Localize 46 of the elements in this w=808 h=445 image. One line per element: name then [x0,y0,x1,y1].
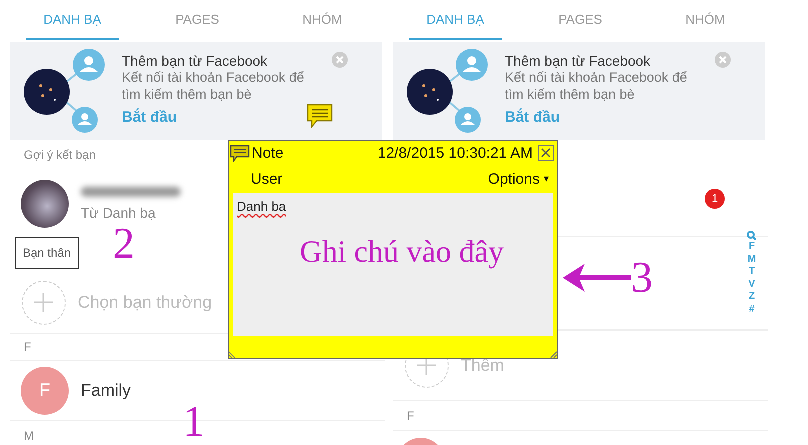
tab[interactable]: NHÓM [276,0,369,40]
tab[interactable]: PAGES [151,0,244,40]
banner-description: Kết nối tài khoản Facebook để tìm kiếm thêm bạn bè [505,69,688,103]
section-header: Gợi ý kết bạn [24,148,96,162]
index-letter[interactable]: T [748,266,756,278]
section-header: M [24,428,34,442]
index-letter[interactable]: Z [748,291,756,304]
note-text-area[interactable]: Danh ba Ghi chú vào đây [233,193,553,336]
note-timestamp: 12/8/2015 10:30:21 AM [378,144,533,162]
annotation-number: 3 [631,256,653,300]
caret-icon[interactable]: ▾ [544,173,549,185]
options-menu[interactable]: Options [488,170,540,188]
section-header: F [24,340,32,354]
tab[interactable]: DANH BẠ [26,0,119,40]
index-letter[interactable]: M [748,254,756,266]
annotation-number: 1 [183,400,205,444]
start-link[interactable]: Bắt đầu [122,109,178,126]
start-link[interactable]: Bắt đầu [505,109,560,126]
avatar-photo [21,180,69,228]
group-label: Bạn thân [15,237,80,269]
annotation-number: 2 [113,222,135,266]
add-friend-label[interactable]: Thêm [461,356,504,376]
banner-description: Kết nối tài khoản Facebook để tìm kiếm thêm bạn bè [122,69,306,103]
tab[interactable]: PAGES [534,0,627,40]
index-letter[interactable]: F [748,241,756,254]
notification-badge: 1 [705,189,725,209]
note-user: User [251,170,283,188]
note-heading: Danh ba [237,199,286,214]
resize-grip-icon[interactable] [229,350,237,358]
tab[interactable]: NHÓM [659,0,752,40]
resize-grip-icon[interactable] [549,350,557,358]
note-icon [230,144,250,162]
note-icon[interactable] [307,104,333,128]
tab[interactable]: DANH BẠ [409,0,502,40]
banner-title: Thêm bạn từ Facebook [122,53,268,69]
contact-source: Từ Danh bạ [81,204,157,220]
banner-title: Thêm bạn từ Facebook [505,53,651,69]
contact-name[interactable]: Family [81,380,132,400]
note-title: Note [252,144,284,162]
add-friend-label[interactable]: Chọn bạn thường [78,292,212,312]
note-body-text: Ghi chú vào đây [300,234,504,270]
search-icon[interactable] [747,231,757,241]
avatar-initial: F [21,366,69,414]
index-letter[interactable]: # [749,304,755,316]
section-header: F [407,408,414,422]
index-letter[interactable]: V [748,278,756,291]
